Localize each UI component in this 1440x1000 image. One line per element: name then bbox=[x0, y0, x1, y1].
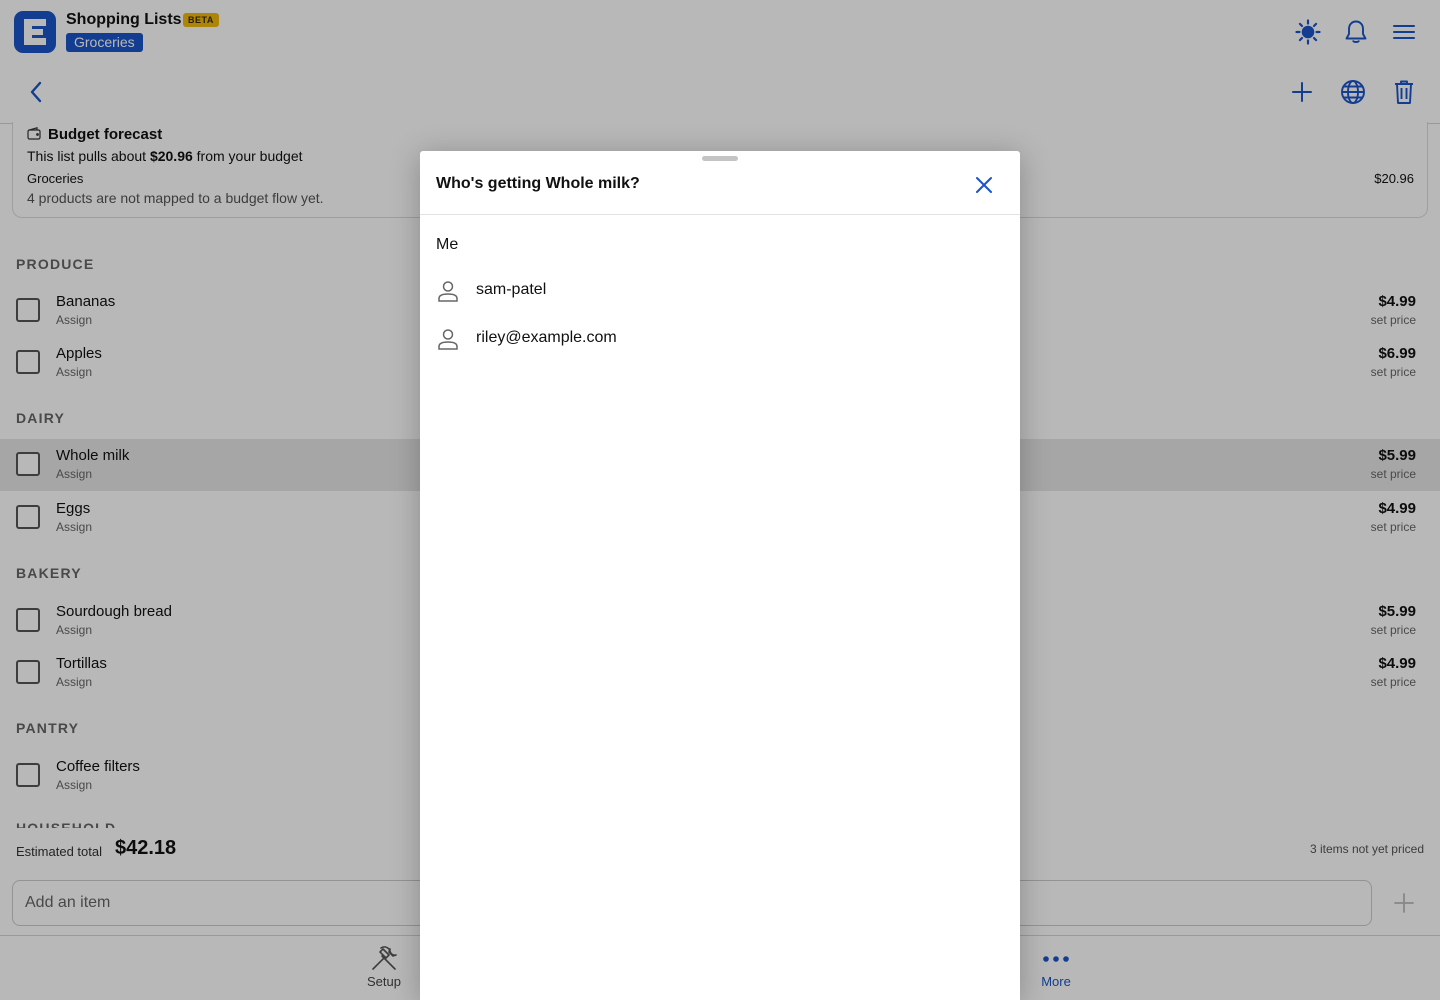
assign-option-person[interactable]: riley@example.com bbox=[436, 319, 996, 359]
close-icon[interactable] bbox=[972, 173, 996, 197]
assign-option-person[interactable]: sam-patel bbox=[436, 271, 996, 311]
person-icon bbox=[436, 327, 460, 351]
assign-option-me[interactable]: Me bbox=[436, 236, 458, 254]
person-label: sam-patel bbox=[476, 281, 547, 298]
assign-sheet: Who's getting Whole milk? Me sam-patel r… bbox=[420, 151, 1020, 1000]
person-label: riley@example.com bbox=[476, 329, 617, 346]
sheet-divider bbox=[420, 214, 1020, 215]
person-icon bbox=[436, 279, 460, 303]
sheet-title: Who's getting Whole milk? bbox=[436, 175, 640, 192]
sheet-grabber[interactable] bbox=[702, 156, 738, 161]
